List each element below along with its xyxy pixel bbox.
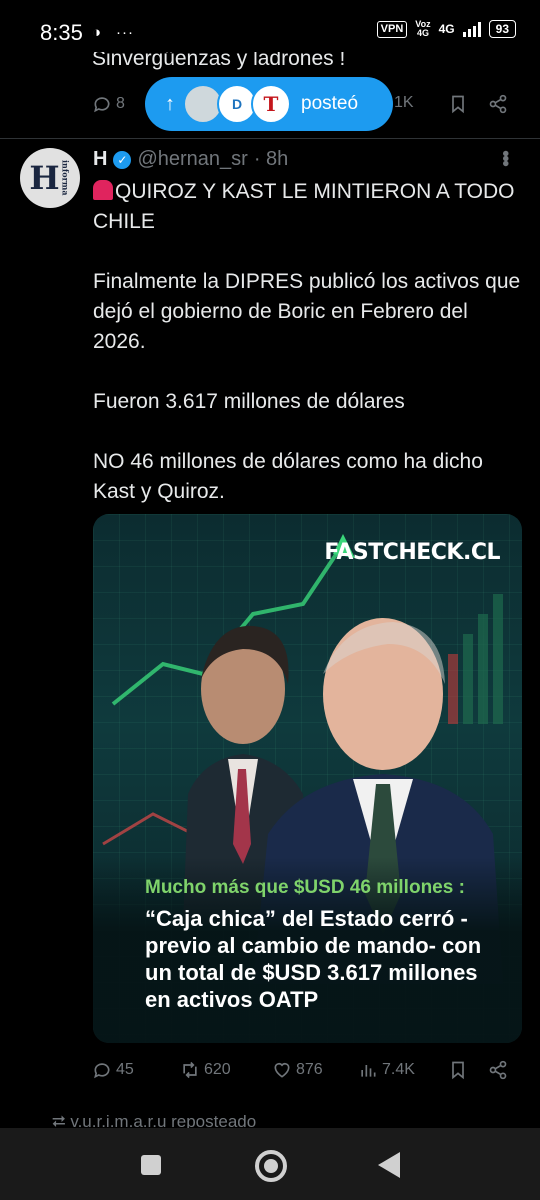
reply-icon [94,97,110,113]
back-button[interactable] [378,1152,400,1178]
repost-count: 620 [204,1061,231,1078]
vpn-badge: VPN [376,20,408,38]
app-notification-icon: ◑ [92,24,102,41]
image-caption-body: “Caja chica” del Estado cerró -previo al… [145,906,482,1012]
bookmark-button[interactable] [448,1060,468,1080]
avatar: T [251,84,291,124]
share-button[interactable] [488,1060,508,1080]
post-paragraph: Finalmente la DIPRES publicó los activos… [93,270,527,353]
views-icon [361,1065,376,1077]
more-options-icon[interactable]: ••• [493,150,516,165]
author-name[interactable]: H [93,148,107,171]
author-handle[interactable]: @hernan_sr [137,148,247,171]
post-image[interactable]: FASTCHECK.CL Mucho más que $USD 46 millo… [93,514,522,1043]
reply-icon [94,1063,110,1079]
reply-count: 45 [116,1061,134,1078]
heart-icon [274,1062,290,1078]
share-icon [489,94,507,114]
arrow-up-icon: ↑ [165,92,175,115]
recents-button[interactable] [141,1155,161,1175]
reply-button[interactable]: 8 [92,94,125,114]
reply-button[interactable]: 45 [92,1060,134,1080]
brand-logo: FASTCHECK.CL [324,540,500,565]
views-count: 7.4K [382,1061,415,1078]
post-actions: 45 620 876 7.4K [92,1058,522,1086]
divider [0,138,540,139]
signal-icon [462,21,481,37]
poster-avatars: D T [183,84,291,124]
volte-indicator: Voz 4G [415,19,431,38]
post-header: H ✓ @hernan_sr · 8h [93,148,288,171]
bookmark-icon [452,95,464,114]
post-paragraph: QUIROZ Y KAST LE MINTIERON A TODO CHILE [93,180,521,233]
image-caption: Mucho más que $USD 46 millones : “Caja c… [93,857,522,1043]
like-count: 876 [296,1061,323,1078]
home-button[interactable] [255,1150,287,1182]
network-type: 4G [438,22,455,36]
post-paragraph: Fueron 3.617 millones de dólares [93,390,405,413]
bookmark-button[interactable] [448,94,468,114]
like-button[interactable]: 876 [272,1060,323,1080]
share-icon [489,1060,507,1080]
image-caption-highlight: Mucho más que $USD 46 millones : [145,877,465,898]
status-indicators: VPN Voz 4G 4G 93 [376,19,516,38]
repost-icon [183,1061,197,1079]
repost-button[interactable]: 620 [180,1060,231,1080]
previous-post-text: Sinvergüenzas y ladrones ! [92,52,346,70]
avatar[interactable]: Hinforma [20,148,80,208]
post-time: · 8h [253,148,289,170]
clock: 8:35 [40,20,83,45]
new-posts-label: posteó [301,93,359,114]
post-paragraph: NO 46 millones de dólares como ha dicho … [93,450,489,503]
bookmark-icon [452,1061,464,1080]
post-text: QUIROZ Y KAST LE MINTIERON A TODO CHILE … [93,177,523,507]
verified-badge-icon: ✓ [113,150,132,169]
share-button[interactable] [488,94,508,114]
battery-indicator: 93 [488,20,516,38]
views-button[interactable]: 7.4K [358,1060,415,1080]
more-notifications-icon: ··· [116,24,134,41]
siren-icon [93,180,113,200]
new-posts-pill[interactable]: ↑ D T posteó [145,77,393,131]
views-count[interactable]: 1K [394,94,414,112]
